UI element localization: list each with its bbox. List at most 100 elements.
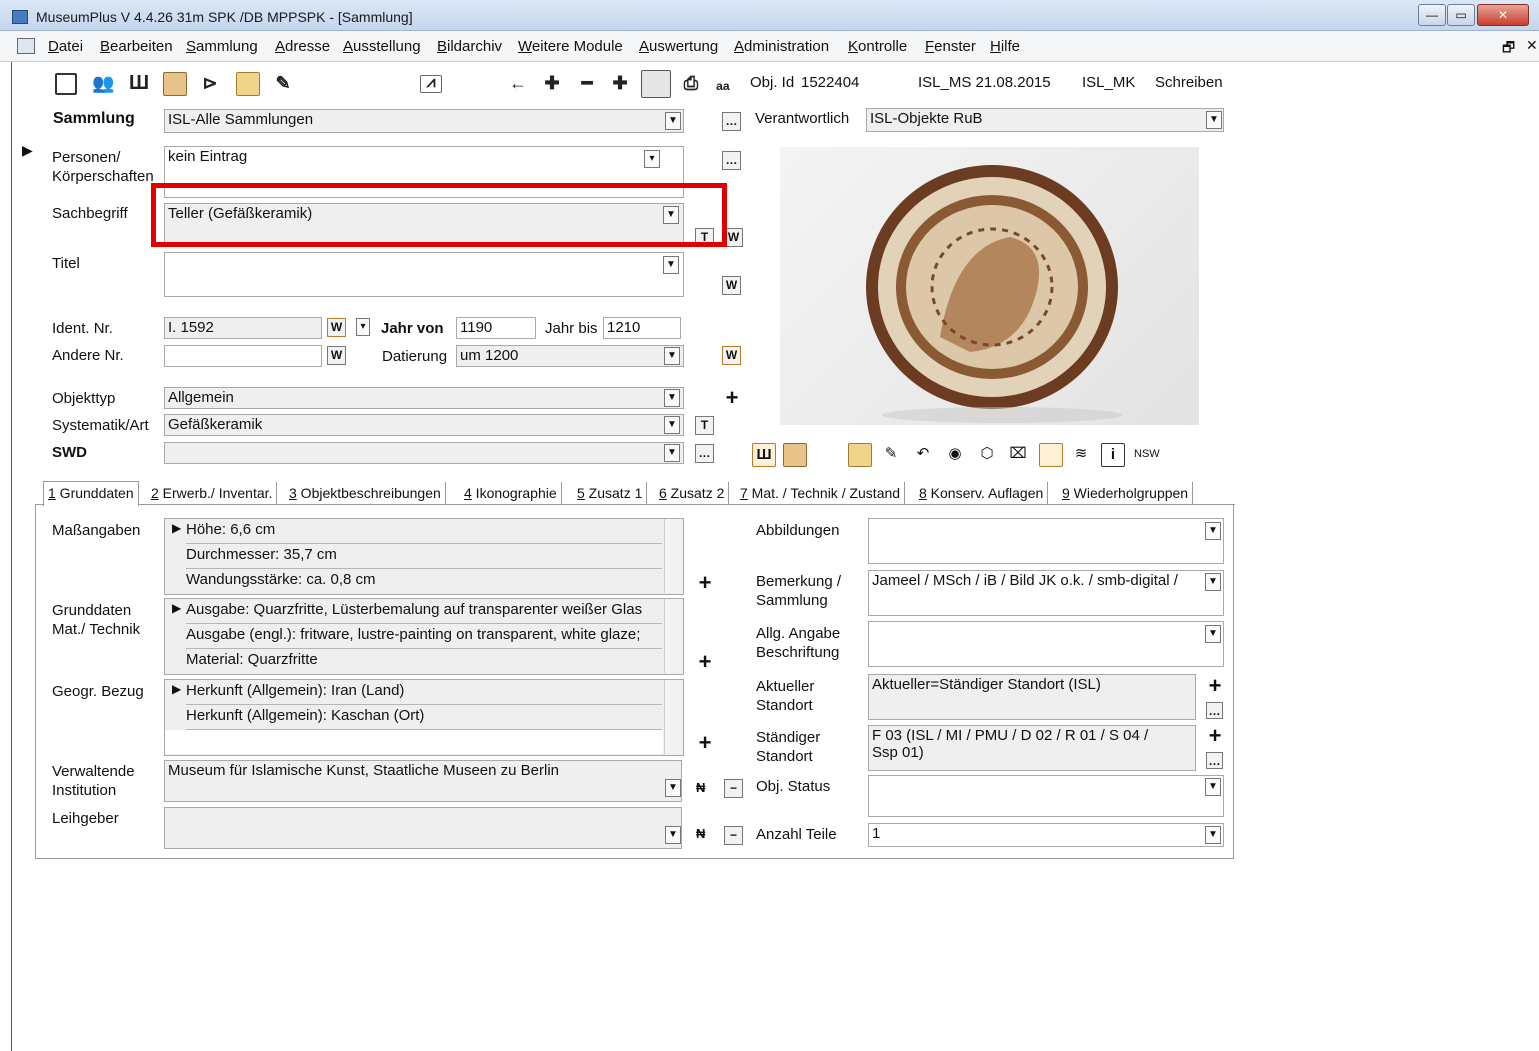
- verantwortlich-dropdown-icon[interactable]: ▼: [1206, 111, 1222, 129]
- titel-field[interactable]: [164, 252, 684, 297]
- menu-hilfe[interactable]: Hilfe: [990, 38, 1020, 55]
- list-item[interactable]: Wandungsstärke: ca. 0,8 cm: [186, 569, 662, 593]
- tab-mat-technik[interactable]: 7 Mat. / Technik / Zustand: [736, 482, 906, 504]
- book-icon[interactable]: Ш: [128, 72, 150, 94]
- menu-bearbeiten[interactable]: Bearbeiten: [100, 38, 173, 55]
- abbildungen-field[interactable]: [868, 518, 1224, 564]
- mat-add-icon[interactable]: +: [696, 651, 714, 673]
- datierung-w-button[interactable]: W: [722, 346, 741, 365]
- add-record-icon[interactable]: ✚: [541, 72, 563, 94]
- chart-icon[interactable]: ⩘: [420, 75, 442, 93]
- menu-kontrolle[interactable]: Kontrolle: [848, 38, 907, 55]
- geogr-scrollbar[interactable]: [664, 680, 681, 754]
- mdi-close-icon[interactable]: ✕: [1526, 37, 1538, 54]
- andere-nr-field[interactable]: [164, 345, 322, 367]
- jahr-von-field[interactable]: 1190: [456, 317, 536, 339]
- verwaltende-dropdown-icon[interactable]: ▼: [665, 779, 681, 797]
- list-item[interactable]: Ausgabe: Quarzfritte, Lüsterbemalung auf…: [186, 599, 662, 624]
- staendiger-more-button[interactable]: …: [1206, 752, 1223, 769]
- silhouette-icon[interactable]: [641, 70, 671, 98]
- list-item[interactable]: Ausgabe (engl.): fritware, lustre-painti…: [186, 624, 662, 649]
- house-icon[interactable]: [236, 72, 260, 96]
- restore-icon[interactable]: 🗗: [1502, 37, 1515, 61]
- geogr-add-icon[interactable]: +: [696, 732, 714, 754]
- objekttyp-dropdown-icon[interactable]: ▼: [664, 389, 680, 407]
- swd-more-button[interactable]: …: [695, 444, 714, 463]
- record-pointer-icon[interactable]: ▶: [22, 142, 33, 159]
- menu-fenster[interactable]: Fenster: [925, 38, 976, 55]
- menu-weitere-module[interactable]: Weitere Module: [518, 38, 623, 55]
- swd-dropdown-icon[interactable]: ▼: [664, 444, 680, 462]
- verwaltende-field[interactable]: Museum für Islamische Kunst, Staatliche …: [164, 760, 682, 802]
- menu-bildarchiv[interactable]: Bildarchiv: [437, 38, 502, 55]
- binoculars-icon[interactable]: ₐₐ: [712, 72, 734, 94]
- plus-record-icon[interactable]: ✚: [609, 72, 631, 94]
- document2-icon[interactable]: [1039, 443, 1063, 467]
- status-dropdown-icon[interactable]: ▼: [1205, 778, 1221, 796]
- globe-icon[interactable]: ◉: [944, 443, 966, 465]
- maximize-icon[interactable]: ▭: [1447, 4, 1475, 26]
- frame-icon[interactable]: [55, 73, 77, 95]
- minimize-icon[interactable]: —: [1418, 4, 1446, 26]
- menu-sammlung[interactable]: Sammlung: [186, 38, 258, 55]
- leihgeber-field[interactable]: [164, 807, 682, 849]
- staendiger-add-icon[interactable]: +: [1206, 725, 1224, 747]
- menu-adresse[interactable]: Adresse: [275, 38, 330, 55]
- objekttyp-field[interactable]: Allgemein: [164, 387, 684, 409]
- aktueller-more-button[interactable]: …: [1206, 702, 1223, 719]
- tab-zusatz1[interactable]: 5 Zusatz 1: [573, 482, 648, 504]
- preview-icon[interactable]: ⎙: [680, 72, 702, 94]
- anzahl-dropdown-icon[interactable]: ▼: [1205, 826, 1221, 844]
- compass-icon[interactable]: NSW: [1134, 443, 1160, 465]
- list-item[interactable]: Herkunft (Allgemein): Kaschan (Ort): [186, 705, 662, 730]
- sammlung-select[interactable]: ISL-Alle Sammlungen: [164, 109, 684, 133]
- bemerkung-field[interactable]: Jameel / MSch / iB / Bild JK o.k. / smb-…: [868, 570, 1224, 616]
- arrow-left-icon[interactable]: ←: [507, 72, 529, 94]
- systematik-t-button[interactable]: T: [695, 416, 714, 435]
- leihgeber-search-icon[interactable]: ₦: [696, 826, 705, 841]
- image-icon[interactable]: [163, 72, 187, 96]
- menu-administration[interactable]: Administration: [734, 38, 829, 55]
- tools-icon[interactable]: ✎: [272, 72, 294, 94]
- document-icon[interactable]: [17, 38, 35, 54]
- tab-grunddaten[interactable]: 1 Grunddaten: [43, 481, 139, 506]
- frame2-icon[interactable]: ⌧: [1007, 443, 1029, 465]
- geogr-empty-row[interactable]: [165, 730, 663, 754]
- tab-objektbeschreibungen[interactable]: 3 Objektbeschreibungen: [285, 482, 446, 504]
- tab-erwerb[interactable]: 2 Erwerb./ Inventar.: [147, 482, 278, 504]
- massangaben-scrollbar[interactable]: [664, 519, 681, 593]
- menu-datei[interactable]: Datei: [48, 38, 83, 55]
- titel-dropdown-icon[interactable]: ▼: [663, 256, 679, 274]
- bemerkung-dropdown-icon[interactable]: ▼: [1205, 573, 1221, 591]
- aktueller-add-icon[interactable]: +: [1206, 675, 1224, 697]
- tab-ikonographie[interactable]: 4 Ikonographie: [460, 482, 562, 504]
- systematik-field[interactable]: Gefäßkeramik: [164, 414, 684, 436]
- list-item[interactable]: Durchmesser: 35,7 cm: [186, 544, 662, 569]
- leihgeber-remove-button[interactable]: −: [724, 826, 743, 845]
- menu-auswertung[interactable]: Auswertung: [639, 38, 718, 55]
- titel-w-button[interactable]: W: [722, 276, 741, 295]
- remove-record-icon[interactable]: ━: [576, 72, 598, 94]
- objekttyp-add-icon[interactable]: +: [723, 387, 741, 409]
- house2-icon[interactable]: [848, 443, 872, 467]
- ident-w-button[interactable]: W: [327, 318, 346, 337]
- tab-zusatz2[interactable]: 6 Zusatz 2: [655, 482, 730, 504]
- tab-konserv[interactable]: 8 Konserv. Auflagen: [915, 482, 1049, 504]
- sammlung-dropdown-icon[interactable]: ▼: [665, 112, 681, 130]
- ident-field[interactable]: I. 1592: [164, 317, 322, 339]
- personen-dropdown-icon[interactable]: ▾: [644, 150, 660, 168]
- abbildungen-dropdown-icon[interactable]: ▼: [1205, 522, 1221, 540]
- image2-icon[interactable]: [783, 443, 807, 467]
- aktueller-standort-field[interactable]: Aktueller=Ständiger Standort (ISL): [868, 674, 1196, 720]
- verwaltende-remove-button[interactable]: −: [724, 779, 743, 798]
- mat-scrollbar[interactable]: [664, 599, 681, 673]
- box-icon[interactable]: ⬡: [976, 443, 998, 465]
- verwaltende-search-icon[interactable]: ₦: [696, 780, 705, 795]
- tools2-icon[interactable]: ✎: [880, 443, 902, 465]
- info-icon[interactable]: i: [1101, 443, 1125, 467]
- list-item[interactable]: Höhe: 6,6 cm: [186, 519, 662, 544]
- people-icon[interactable]: 👥: [92, 72, 114, 94]
- swd-field[interactable]: [164, 442, 684, 464]
- massangaben-add-icon[interactable]: +: [696, 572, 714, 594]
- close-icon[interactable]: ✕: [1477, 4, 1529, 26]
